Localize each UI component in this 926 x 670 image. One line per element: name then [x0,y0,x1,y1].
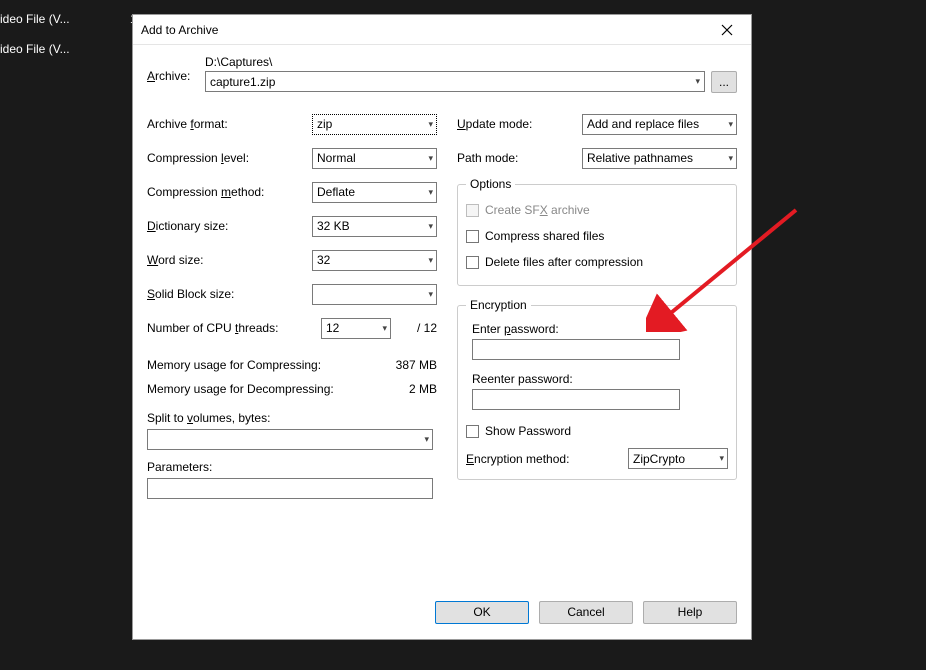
word-size-select[interactable]: 32 ▾ [312,250,437,271]
chevron-down-icon: ▾ [719,453,724,464]
cpu-threads-total: / 12 [397,321,437,335]
compression-method-select[interactable]: Deflate ▾ [312,182,437,203]
chevron-down-icon: ▾ [695,76,700,87]
dictionary-size-value: 32 KB [317,219,350,233]
bg-file-row: ideo File (V... [0,42,70,56]
help-button[interactable]: Help [643,601,737,624]
parameters-label: Parameters: [147,460,437,474]
compression-level-select[interactable]: Normal ▾ [312,148,437,169]
show-password-checkbox[interactable] [466,425,479,438]
solid-block-select: ▾ [312,284,437,305]
split-volumes-combo[interactable]: ▾ [147,429,433,450]
chevron-down-icon: ▾ [428,187,433,198]
compression-level-label: Compression level: [147,151,312,165]
chevron-down-icon: ▾ [728,153,733,164]
compression-level-value: Normal [317,151,356,165]
archive-format-select[interactable]: zip ▾ [312,114,437,135]
bg-file-row: ideo File (V... [0,12,70,26]
browse-button[interactable]: ... [711,71,737,93]
cancel-button[interactable]: Cancel [539,601,633,624]
encryption-method-select[interactable]: ZipCrypto ▾ [628,448,728,469]
button-bar: OK Cancel Help [133,593,751,639]
word-size-label: Word size: [147,253,312,267]
compression-method-label: Compression method: [147,185,312,199]
chevron-down-icon: ▾ [428,119,433,130]
cpu-threads-value: 12 [326,321,339,335]
options-group: Options Create SFX archive Compress shar… [457,177,737,286]
bg-file-name: ideo File (V... [0,12,70,26]
split-volumes-label: Split to volumes, bytes: [147,411,437,425]
sfx-label: Create SFX archive [485,203,590,217]
archive-label: Archive: [147,55,195,83]
compression-method-value: Deflate [317,185,355,199]
delete-after-checkbox[interactable] [466,256,479,269]
bg-file-name: ideo File (V... [0,42,70,56]
compress-shared-label: Compress shared files [485,229,604,243]
ok-button[interactable]: OK [435,601,529,624]
chevron-down-icon: ▾ [728,119,733,130]
reenter-password-input[interactable] [472,389,680,410]
show-password-label: Show Password [485,424,571,438]
parameters-input[interactable] [147,478,433,499]
close-button[interactable] [711,16,743,44]
mem-decompress-label: Memory usage for Decompressing: [147,382,377,396]
encryption-legend: Encryption [466,298,531,312]
chevron-down-icon: ▾ [424,434,429,445]
word-size-value: 32 [317,253,330,267]
chevron-down-icon: ▾ [428,221,433,232]
path-mode-value: Relative pathnames [587,151,693,165]
archive-format-value: zip [317,117,332,131]
dictionary-size-select[interactable]: 32 KB ▾ [312,216,437,237]
solid-block-label: Solid Block size: [147,287,312,301]
sfx-checkbox [466,204,479,217]
enter-password-label: Enter password: [472,322,728,336]
chevron-down-icon: ▾ [382,323,387,334]
enter-password-input[interactable] [472,339,680,360]
dialog-content: Archive: D:\Captures\ capture1.zip ▾ ...… [133,45,751,593]
archive-format-label: Archive format: [147,117,312,131]
update-mode-select[interactable]: Add and replace files ▾ [582,114,737,135]
update-mode-value: Add and replace files [587,117,699,131]
archive-file-value: capture1.zip [210,75,275,89]
encryption-group: Encryption Enter password: Reenter passw… [457,298,737,480]
chevron-down-icon: ▾ [428,153,433,164]
path-mode-label: Path mode: [457,151,582,165]
add-to-archive-dialog: Add to Archive Archive: D:\Captures\ cap… [132,14,752,640]
titlebar: Add to Archive [133,15,751,45]
delete-after-label: Delete files after compression [485,255,643,269]
chevron-down-icon: ▾ [428,289,433,300]
cpu-threads-select[interactable]: 12 ▾ [321,318,391,339]
archive-path: D:\Captures\ [205,55,737,69]
close-icon [721,24,733,36]
left-column: Archive format: zip ▾ Compression level:… [147,107,437,499]
path-mode-select[interactable]: Relative pathnames ▾ [582,148,737,169]
cpu-threads-label: Number of CPU threads: [147,321,321,335]
dictionary-size-label: Dictionary size: [147,219,312,233]
chevron-down-icon: ▾ [428,255,433,266]
update-mode-label: Update mode: [457,117,582,131]
reenter-password-label: Reenter password: [472,372,728,386]
options-legend: Options [466,177,515,191]
mem-compress-value: 387 MB [377,358,437,372]
compress-shared-checkbox[interactable] [466,230,479,243]
mem-decompress-value: 2 MB [377,382,437,396]
right-column: Update mode: Add and replace files ▾ Pat… [457,107,737,499]
encryption-method-value: ZipCrypto [633,452,685,466]
dialog-title: Add to Archive [141,23,711,37]
archive-file-combo[interactable]: capture1.zip ▾ [205,71,705,92]
mem-compress-label: Memory usage for Compressing: [147,358,377,372]
encryption-method-label: Encryption method: [466,452,628,466]
